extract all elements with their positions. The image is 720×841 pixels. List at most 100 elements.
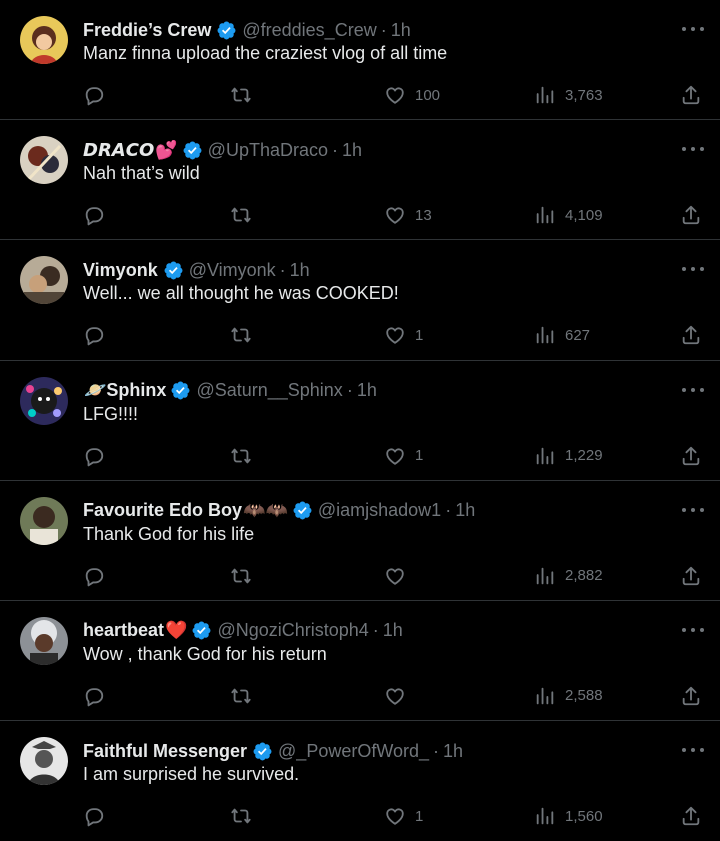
like-button[interactable]: 1: [384, 443, 423, 469]
share-button[interactable]: [680, 683, 702, 709]
more-icon[interactable]: [682, 385, 704, 395]
user-handle[interactable]: @iamjshadow1: [318, 500, 441, 521]
retweet-icon: [231, 808, 251, 824]
reply-item[interactable]: heartbeat ❤️ @NgoziChristoph4 · 1h Wow ,…: [0, 601, 720, 722]
share-button[interactable]: [680, 322, 702, 348]
avatar[interactable]: [20, 256, 68, 305]
timestamp[interactable]: 1h: [383, 620, 403, 641]
verified-badge-icon: [293, 501, 312, 520]
views-button[interactable]: 627: [534, 322, 590, 348]
reply-icon: [85, 87, 104, 106]
display-name[interactable]: 𝘿𝙍𝘼𝘾𝙊: [83, 140, 154, 161]
like-button[interactable]: [384, 563, 415, 589]
share-button[interactable]: [680, 82, 702, 108]
more-icon[interactable]: [682, 505, 704, 515]
reply-item[interactable]: 𝘿𝙍𝘼𝘾𝙊 💕 @UpThaDraco · 1h Nah that’s wild…: [0, 120, 720, 241]
retweet-button[interactable]: [230, 683, 261, 709]
share-button[interactable]: [680, 803, 702, 829]
avatar[interactable]: [20, 376, 68, 425]
reply-text: LFG!!!!: [83, 403, 139, 424]
display-name[interactable]: Freddie’s Crew: [83, 20, 211, 41]
like-button[interactable]: [384, 683, 415, 709]
views-button[interactable]: 2,588: [534, 683, 603, 709]
views-button[interactable]: 2,882: [534, 563, 603, 589]
user-handle[interactable]: @UpThaDraco: [208, 140, 328, 161]
like-button[interactable]: 100: [384, 82, 440, 108]
reply-icon: [85, 808, 104, 827]
display-name[interactable]: Sphinx: [106, 380, 166, 401]
timestamp[interactable]: 1h: [455, 500, 475, 521]
like-count: 13: [415, 206, 432, 224]
reply-button[interactable]: [83, 803, 114, 829]
avatar[interactable]: [20, 616, 68, 665]
more-icon[interactable]: [682, 144, 704, 154]
avatar[interactable]: [20, 16, 68, 64]
avatar[interactable]: [20, 737, 68, 786]
heart-icon: [386, 207, 404, 224]
views-button[interactable]: 1,560: [534, 803, 603, 829]
retweet-button[interactable]: [230, 443, 261, 469]
share-button[interactable]: [680, 563, 702, 589]
timestamp[interactable]: 1h: [443, 741, 463, 762]
retweet-button[interactable]: [230, 82, 261, 108]
reply-item[interactable]: Freddie’s Crew @freddies_Crew · 1h Manz …: [0, 0, 720, 121]
display-name[interactable]: Favourite Edo Boy: [83, 500, 242, 521]
reply-button[interactable]: [83, 322, 114, 348]
reply-icon: [85, 447, 104, 466]
timestamp[interactable]: 1h: [342, 140, 362, 161]
more-icon[interactable]: [682, 625, 704, 635]
user-handle[interactable]: @NgoziChristoph4: [217, 620, 368, 641]
display-name[interactable]: heartbeat: [83, 620, 164, 641]
user-handle[interactable]: @Vimyonk: [189, 260, 276, 281]
display-name[interactable]: Vimyonk: [83, 260, 158, 281]
action-bar: 2,588: [83, 683, 704, 709]
user-handle[interactable]: @freddies_Crew: [242, 20, 376, 41]
like-button[interactable]: 1: [384, 803, 423, 829]
avatar[interactable]: [20, 136, 68, 185]
timestamp[interactable]: 1h: [357, 380, 377, 401]
reply-text: Manz finna upload the craziest vlog of a…: [83, 43, 448, 63]
separator-dot: ·: [380, 19, 387, 40]
retweet-button[interactable]: [230, 322, 261, 348]
views-button[interactable]: 4,109: [534, 202, 603, 228]
views-button[interactable]: 3,763: [534, 82, 603, 108]
reply-button[interactable]: [83, 202, 114, 228]
timestamp[interactable]: 1h: [290, 260, 310, 281]
reply-item[interactable]: Faithful Messenger @_PowerOfWord_ · 1h I…: [0, 721, 720, 841]
views-icon: [536, 447, 554, 464]
views-icon: [536, 807, 554, 825]
display-name[interactable]: Faithful Messenger: [83, 741, 247, 762]
separator-dot: ·: [332, 139, 338, 160]
more-icon[interactable]: [682, 264, 704, 274]
share-button[interactable]: [680, 443, 702, 469]
reply-button[interactable]: [83, 82, 114, 108]
retweet-button[interactable]: [230, 803, 261, 829]
reply-item[interactable]: Favourite Edo Boy 🦇🦇 @iamjshadow1 · 1h T…: [0, 481, 720, 601]
name-emoji: ❤️: [165, 620, 188, 641]
reply-item[interactable]: 🪐 Sphinx @Saturn__Sphinx · 1h LFG!!!! 1: [0, 361, 720, 481]
retweet-button[interactable]: [230, 202, 261, 228]
retweet-button[interactable]: [230, 563, 261, 589]
user-handle[interactable]: @_PowerOfWord_: [278, 741, 429, 762]
more-icon[interactable]: [682, 745, 704, 755]
timestamp[interactable]: 1h: [391, 20, 411, 41]
reply-button[interactable]: [83, 563, 114, 589]
heart-icon: [386, 808, 404, 825]
views-button[interactable]: 1,229: [534, 443, 603, 469]
views-count: 1,560: [565, 807, 603, 825]
retweet-icon: [231, 568, 251, 584]
reply-button[interactable]: [83, 683, 114, 709]
like-button[interactable]: 13: [384, 202, 432, 228]
share-icon: [682, 85, 700, 105]
reply-header: Vimyonk @Vimyonk · 1h: [83, 257, 660, 283]
like-button[interactable]: 1: [384, 322, 423, 348]
reply-item[interactable]: Vimyonk @Vimyonk · 1h Well... we all tho…: [0, 240, 720, 361]
more-icon[interactable]: [682, 24, 704, 34]
views-count: 1,229: [565, 447, 603, 465]
avatar[interactable]: [20, 496, 68, 545]
reply-text: Nah that’s wild: [83, 163, 200, 184]
share-button[interactable]: [680, 202, 702, 228]
reply-button[interactable]: [83, 443, 114, 469]
user-handle[interactable]: @Saturn__Sphinx: [196, 380, 342, 401]
reply-text: Wow , thank God for his return: [83, 643, 327, 664]
